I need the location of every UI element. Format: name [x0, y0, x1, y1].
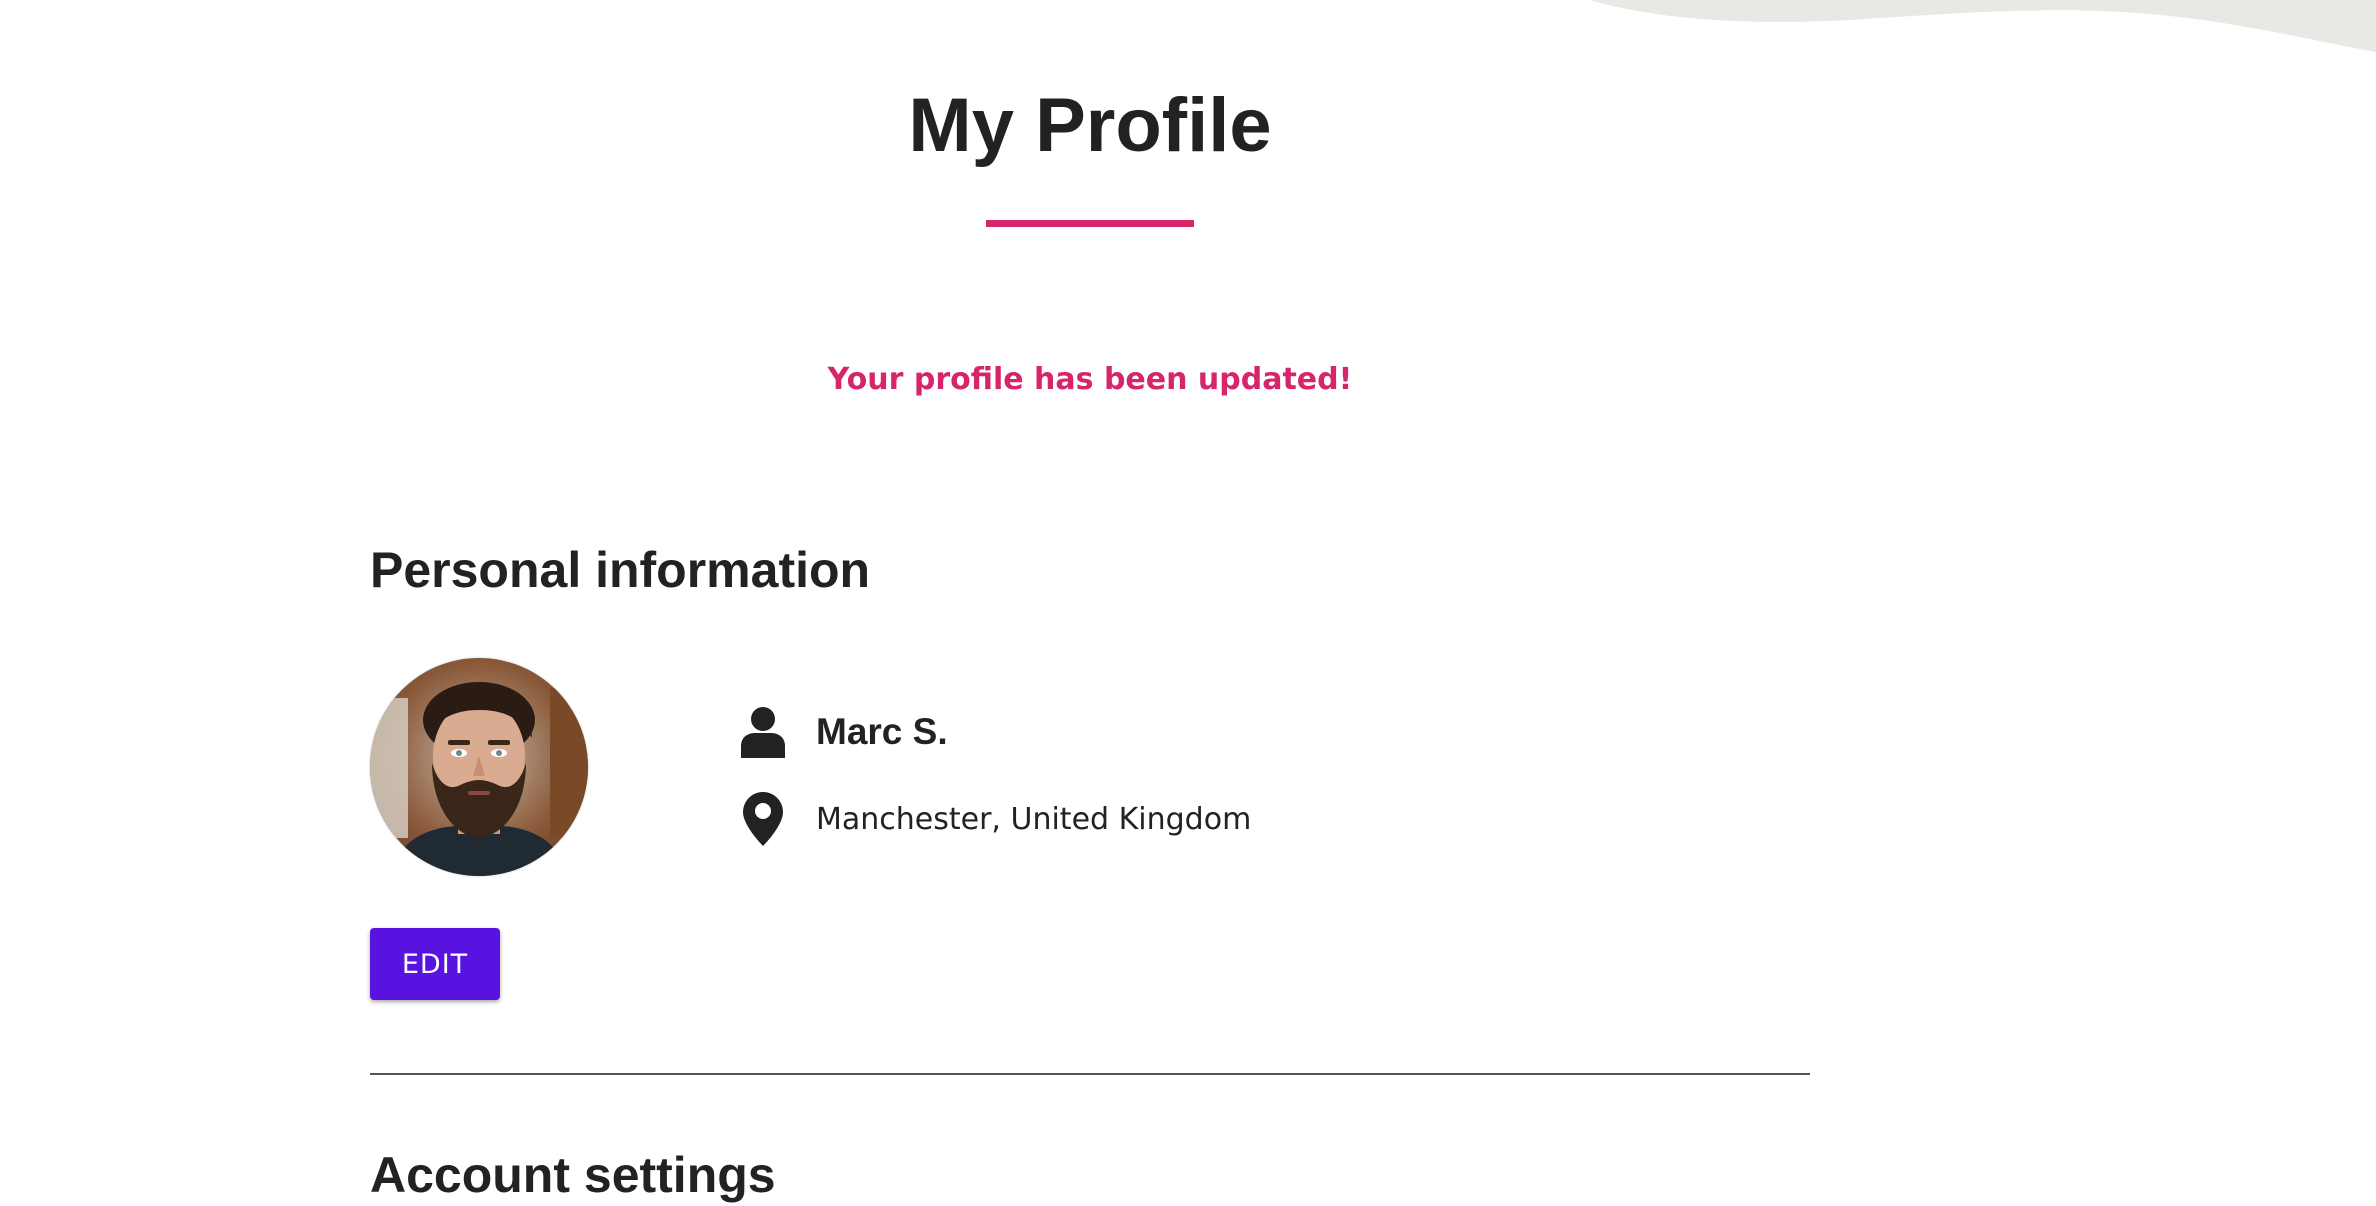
edit-button[interactable]: EDIT [370, 928, 500, 1000]
profile-location: Manchester, United Kingdom [816, 801, 1252, 837]
user-icon [738, 704, 788, 760]
profile-name: Marc S. [816, 711, 948, 752]
profile-location-row: Manchester, United Kingdom [738, 787, 1251, 851]
account-settings-heading: Account settings [370, 1147, 776, 1203]
success-message: Your profile has been updated! [827, 362, 1353, 397]
decorative-wave [1590, 0, 2376, 52]
profile-name-row: Marc S. [738, 700, 948, 764]
title-underline [986, 220, 1194, 227]
personal-information-heading: Personal information [370, 542, 871, 598]
map-pin-icon [738, 791, 788, 847]
section-divider [370, 1073, 1810, 1075]
avatar [370, 658, 588, 876]
page-title: My Profile [908, 83, 1272, 168]
